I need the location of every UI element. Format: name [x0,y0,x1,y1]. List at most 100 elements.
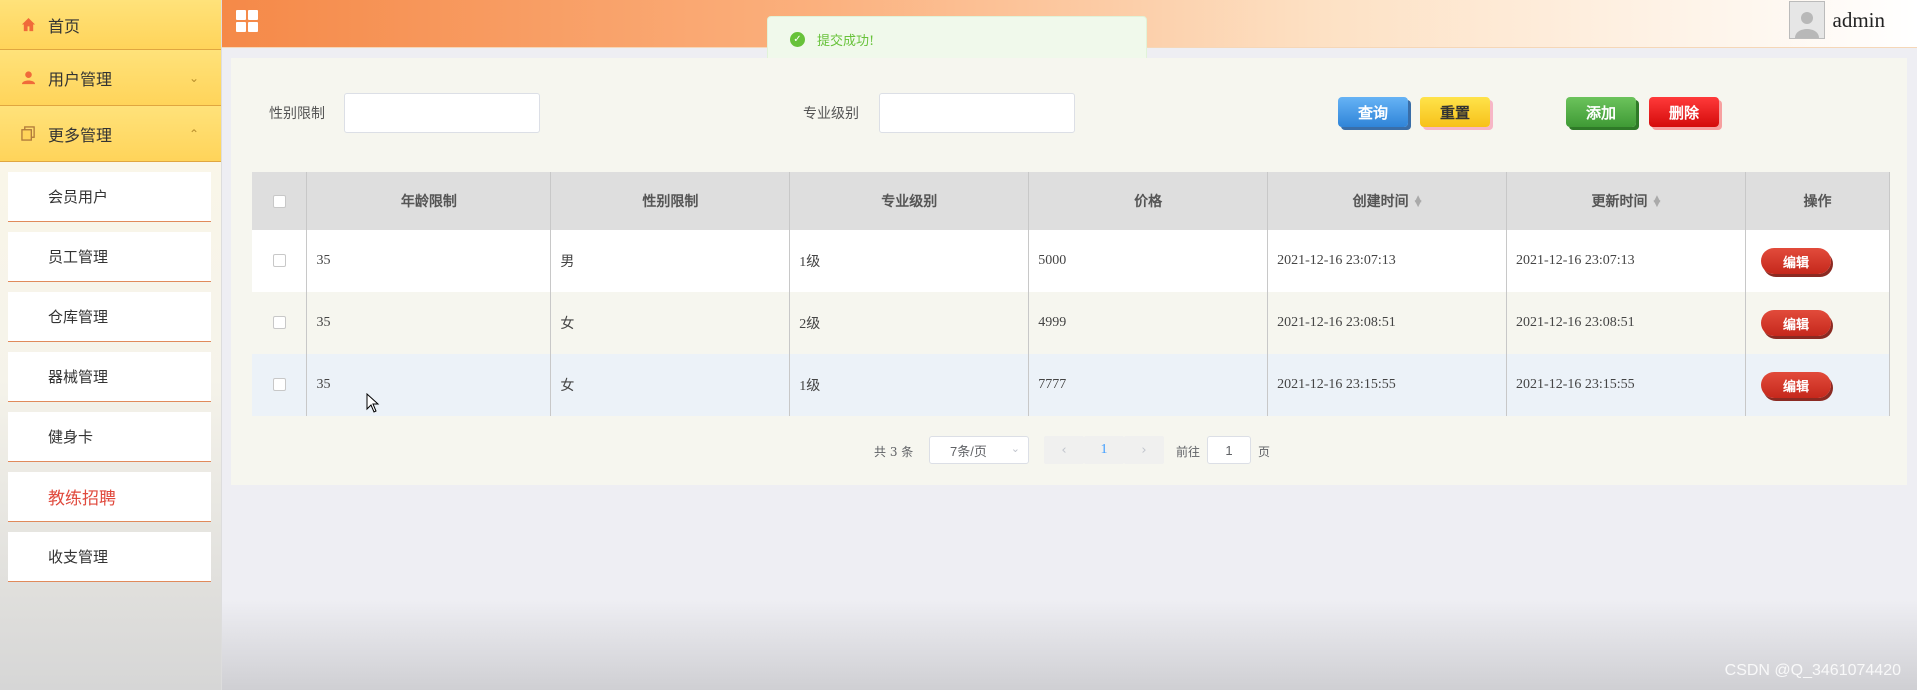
sidebar-item-label: 教练招聘 [48,489,116,509]
page-size-select[interactable]: 7条/页 ⌄ [929,436,1029,464]
reset-button[interactable]: 重置 [1420,97,1490,127]
column-header: 价格 [1028,172,1269,230]
sidebar-item-staff[interactable]: 员工管理 [8,232,211,282]
gender-filter-label: 性别限制 [269,106,325,122]
sidebar-item-label: 健身卡 [48,428,94,446]
sidebar-item-more-management[interactable]: 更多管理 ⌃ [0,106,221,162]
column-header: 年龄限制 [306,172,552,230]
cell-age: 35 [306,292,552,354]
column-header: 专业级别 [789,172,1030,230]
chevron-down-icon: ⌄ [188,70,199,85]
sidebar-item-fitness-card[interactable]: 健身卡 [8,412,211,462]
toast-message: 提交成功! [817,33,875,49]
column-header: 性别限制 [550,172,791,230]
bottom-fade [222,600,1917,690]
success-toast: ✓ 提交成功! [767,16,1147,62]
check-circle-icon: ✓ [790,31,805,47]
table-row: 35 女 1级 7777 2021-12-16 23:15:55 2021-12… [252,354,1891,416]
cell-level: 2级 [789,292,1030,354]
menu-grid-icon[interactable] [236,10,258,32]
cell-price: 7777 [1028,354,1269,416]
table-row: 35 女 2级 4999 2021-12-16 23:08:51 2021-12… [252,292,1891,354]
chevron-down-icon: ⌄ [1010,443,1020,455]
sidebar-item-label: 员工管理 [48,248,109,266]
cell-gender: 女 [550,292,791,354]
sidebar-item-members[interactable]: 会员用户 [8,172,211,222]
home-icon [20,17,36,33]
sidebar-item-label: 首页 [48,16,81,36]
level-filter-input[interactable] [879,93,1075,133]
copy-icon [20,126,36,142]
table-row: 35 男 1级 5000 2021-12-16 23:07:13 2021-12… [252,230,1891,292]
data-table: 年龄限制 性别限制 专业级别 价格 创建时间 ▲ ▼ 更新时间 ▲ ▼ 操作 35 男 … [252,172,1891,416]
cell-updated: 2021-12-16 23:07:13 [1506,230,1746,292]
row-checkbox[interactable] [252,230,308,292]
cell-age: 35 [306,230,552,292]
cell-price: 4999 [1028,292,1269,354]
avatar [1788,1,1825,39]
add-button[interactable]: 添加 [1566,97,1636,127]
chevron-left-icon: ‹ [1061,442,1067,458]
chevron-right-icon: › [1141,442,1147,458]
sidebar-item-label: 用户管理 [48,69,113,89]
cell-updated: 2021-12-16 23:15:55 [1506,354,1746,416]
cell-created: 2021-12-16 23:08:51 [1267,292,1508,354]
total-count: 共 3 条 [874,445,914,459]
row-checkbox[interactable] [252,354,308,416]
mouse-cursor-icon [366,393,380,413]
sidebar-submenu: 会员用户 员工管理 仓库管理 器械管理 健身卡 教练招聘 收支管理 [0,172,221,582]
cell-created: 2021-12-16 23:07:13 [1267,230,1508,292]
edit-button[interactable]: 编辑 [1760,372,1831,398]
current-page[interactable]: 1 [1084,436,1124,464]
cell-gender: 女 [550,354,791,416]
sidebar-item-label: 会员用户 [48,188,109,206]
column-header-sortable[interactable]: 创建时间 ▲ ▼ [1267,172,1508,230]
chevron-up-icon: ⌃ [188,126,199,141]
column-header-sortable[interactable]: 更新时间 ▲ ▼ [1506,172,1746,230]
sidebar-item-finance[interactable]: 收支管理 [8,532,211,582]
cell-updated: 2021-12-16 23:08:51 [1506,292,1746,354]
edit-button[interactable]: 编辑 [1760,248,1831,274]
sidebar-item-label: 更多管理 [48,125,113,145]
cell-level: 1级 [789,354,1030,416]
next-page-button[interactable]: › [1124,436,1164,464]
sidebar-item-label: 仓库管理 [48,308,109,326]
sidebar-item-label: 收支管理 [48,548,109,566]
sidebar: 首页 用户管理 ⌄ 更多管理 ⌃ 会员用户 员工管理 仓库管理 器械管理 健身卡… [0,0,222,690]
cell-actions: 编辑 [1745,230,1891,292]
row-checkbox[interactable] [252,292,308,354]
cell-gender: 男 [550,230,791,292]
cell-price: 5000 [1028,230,1269,292]
table-header-row: 年龄限制 性别限制 专业级别 价格 创建时间 ▲ ▼ 更新时间 ▲ ▼ 操作 [252,172,1891,230]
username: admin [1832,7,1886,32]
sidebar-item-warehouse[interactable]: 仓库管理 [8,292,211,342]
user-icon [20,70,36,86]
sidebar-item-label: 器械管理 [48,368,109,386]
delete-button[interactable]: 删除 [1649,97,1719,127]
sidebar-item-equipment[interactable]: 器械管理 [8,352,211,402]
cell-level: 1级 [789,230,1030,292]
goto-suffix: 页 [1258,445,1271,459]
search-button[interactable]: 查询 [1338,97,1408,127]
select-all-checkbox[interactable] [252,172,308,230]
column-header: 操作 [1745,172,1891,230]
gender-filter-input[interactable] [344,93,540,133]
edit-button[interactable]: 编辑 [1760,310,1831,336]
user-menu[interactable]: admin [1788,0,1886,40]
cell-created: 2021-12-16 23:15:55 [1267,354,1508,416]
cell-actions: 编辑 [1745,292,1891,354]
prev-page-button[interactable]: ‹ [1044,436,1084,464]
level-filter-label: 专业级别 [803,106,859,122]
cell-actions: 编辑 [1745,354,1891,416]
cell-age: 35 [306,354,552,416]
page-size-value: 7条/页 [950,443,987,459]
goto-page-input[interactable]: 1 [1207,436,1251,464]
sort-icon[interactable]: ▲ ▼ [1654,195,1661,209]
watermark: CSDN @Q_3461074420 [1724,662,1901,679]
goto-label: 前往 [1176,445,1201,459]
sidebar-item-home[interactable]: 首页 [0,0,221,50]
sidebar-item-coach-recruitment[interactable]: 教练招聘 [8,472,211,522]
main-panel: 性别限制 专业级别 查询 重置 添加 删除 年龄限制 性别限制 专业级别 价格 … [231,58,1907,485]
sidebar-item-user-management[interactable]: 用户管理 ⌄ [0,50,221,106]
sort-icon[interactable]: ▲ ▼ [1415,195,1422,209]
